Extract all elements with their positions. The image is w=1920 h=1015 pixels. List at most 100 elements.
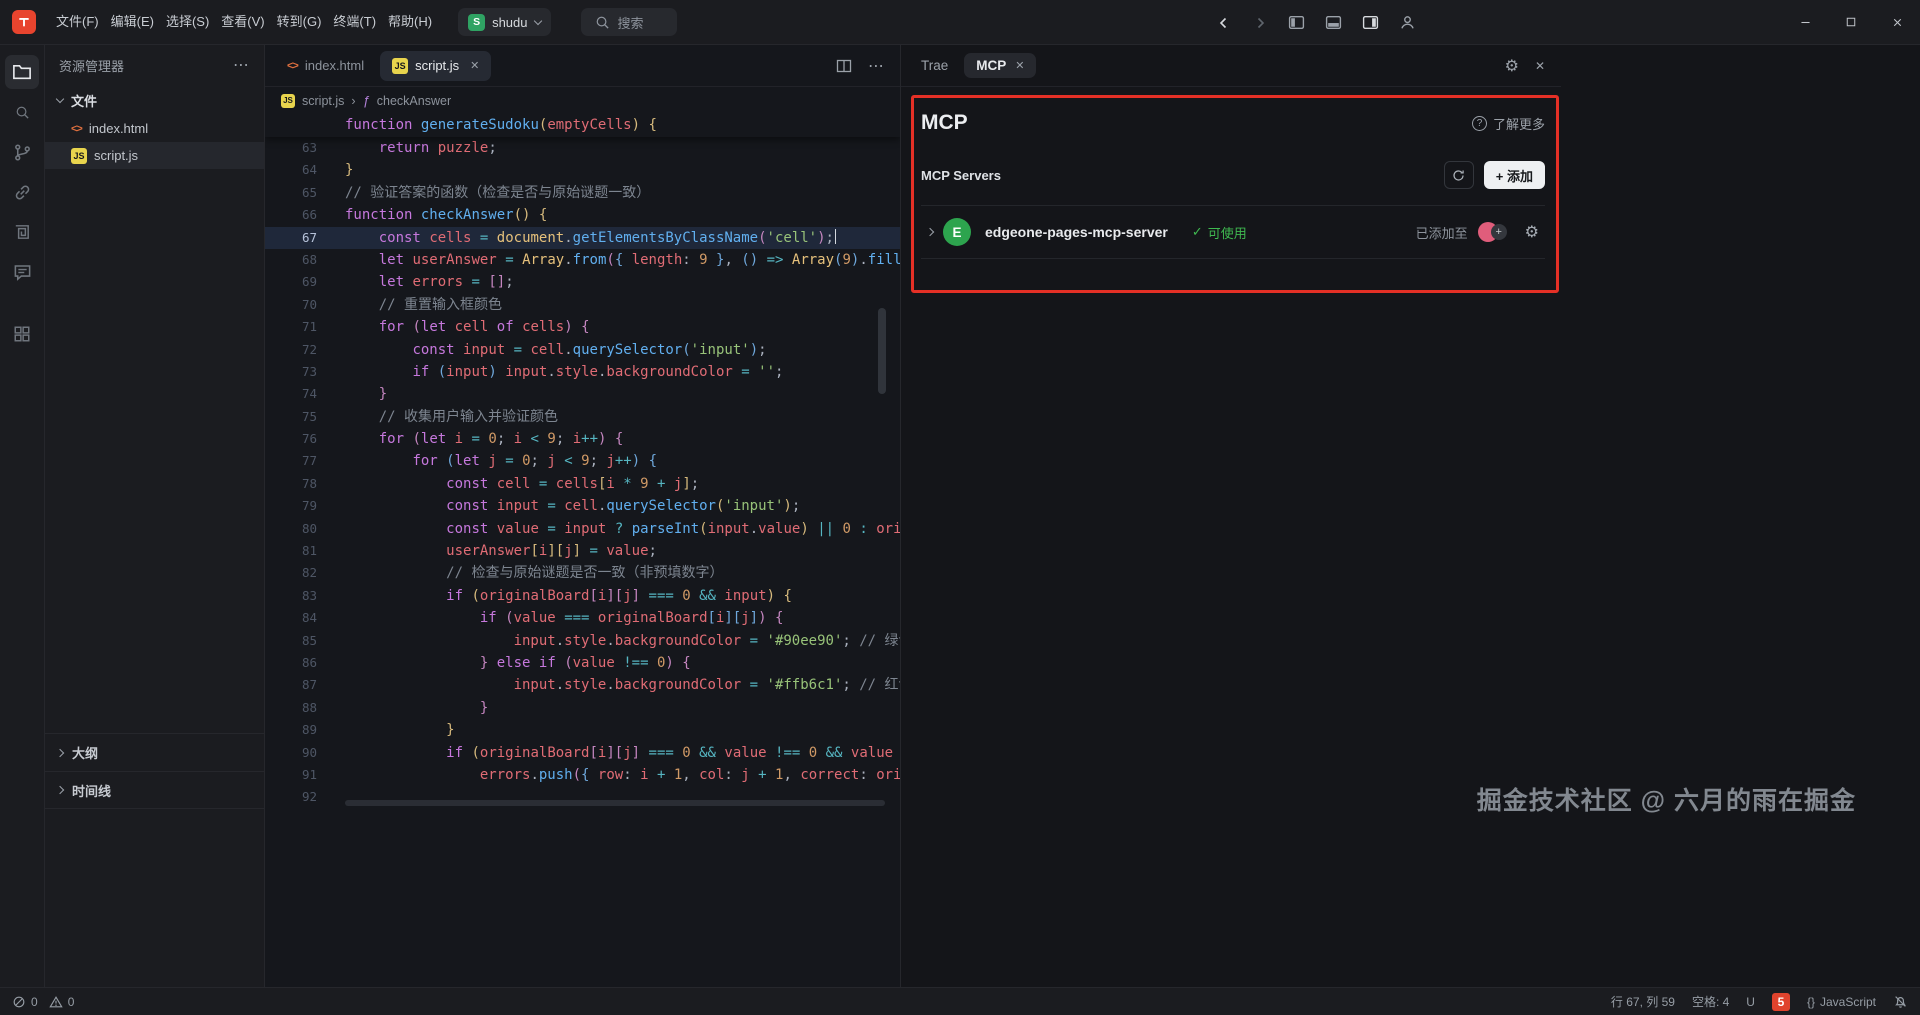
- menu-item[interactable]: 帮助(H): [382, 7, 438, 37]
- language-mode[interactable]: JavaScript: [1820, 995, 1876, 1009]
- ai-panel: Trae MCP ✕ ⚙ ✕ MCP ? 了解更多 MCP Servers: [901, 45, 1920, 987]
- timeline-section-header[interactable]: 时间线: [45, 771, 264, 809]
- warning-count[interactable]: 0: [68, 995, 75, 1009]
- menu-item[interactable]: 终端(T): [327, 7, 382, 37]
- panel-close-icon[interactable]: ✕: [1535, 59, 1545, 73]
- chevron-right-icon[interactable]: [926, 228, 934, 236]
- horizontal-scrollbar[interactable]: [345, 800, 885, 806]
- tab-mcp[interactable]: MCP ✕: [964, 53, 1036, 78]
- outline-section-header[interactable]: 大纲: [45, 733, 264, 771]
- panel-tab-bar: Trae MCP ✕ ⚙ ✕: [901, 45, 1561, 87]
- code-line: 76 for (let i = 0; i < 9; i++) {: [265, 428, 900, 450]
- activity-search-icon[interactable]: [5, 95, 39, 129]
- line-number: 76: [265, 428, 317, 450]
- menu-bar: 文件(F)编辑(E)选择(S)查看(V)转到(G)终端(T)帮助(H): [50, 7, 438, 37]
- nav-forward-icon[interactable]: [1252, 15, 1268, 31]
- line-number: 71: [265, 316, 317, 338]
- menu-item[interactable]: 文件(F): [50, 7, 105, 37]
- add-server-button[interactable]: + 添加: [1484, 161, 1545, 189]
- breadcrumb-file: script.js: [302, 94, 344, 108]
- menu-item[interactable]: 编辑(E): [105, 7, 160, 37]
- activity-extensions-icon[interactable]: [5, 317, 39, 351]
- code-line: 72 const input = cell.querySelector('inp…: [265, 339, 900, 361]
- line-number: 86: [265, 652, 317, 674]
- code-editor[interactable]: function generateSudoku(emptyCells) {63 …: [265, 114, 900, 809]
- status-bar: 0 0 行 67, 列 59 空格: 4 U 5 {} JavaScript: [0, 987, 1920, 1015]
- line-number: 85: [265, 630, 317, 652]
- line-number: 69: [265, 271, 317, 293]
- code-line: 70 // 重置输入框颜色: [265, 294, 900, 316]
- file-index.html[interactable]: <>index.html: [45, 115, 264, 142]
- tab-label: script.js: [415, 58, 459, 73]
- vertical-scrollbar[interactable]: [878, 308, 886, 394]
- app-logo-icon[interactable]: [12, 10, 36, 34]
- files-section-header[interactable]: 文件: [45, 85, 264, 115]
- close-icon[interactable]: ✕: [470, 59, 479, 72]
- line-number: 65: [265, 182, 317, 204]
- window-maximize-button[interactable]: [1828, 0, 1874, 44]
- check-icon: ✓: [1192, 224, 1203, 240]
- indentation[interactable]: 空格: 4: [1692, 993, 1729, 1010]
- close-icon[interactable]: ✕: [1015, 59, 1024, 72]
- chevron-down-icon: [533, 16, 541, 24]
- activity-mcp-icon[interactable]: [5, 175, 39, 209]
- tab-index-html[interactable]: <> index.html: [275, 51, 376, 81]
- refresh-button[interactable]: [1444, 161, 1474, 189]
- search-label: 搜索: [618, 13, 644, 32]
- split-editor-icon[interactable]: [836, 58, 852, 74]
- tab-script-js[interactable]: JS script.js ✕: [380, 51, 491, 81]
- activity-chat-icon[interactable]: [5, 255, 39, 289]
- notifications-bell-icon[interactable]: [1893, 994, 1908, 1009]
- warnings-icon[interactable]: [49, 995, 63, 1009]
- errors-icon[interactable]: [12, 995, 26, 1009]
- code-line: 81 userAnswer[i][j] = value;: [265, 540, 900, 562]
- menu-item[interactable]: 选择(S): [160, 7, 215, 37]
- tab-label: index.html: [305, 58, 364, 73]
- global-search[interactable]: 搜索: [581, 8, 677, 36]
- line-number: 87: [265, 674, 317, 696]
- more-actions-icon[interactable]: ⋯: [233, 55, 250, 75]
- chevron-down-icon: [56, 94, 64, 102]
- line-number: 70: [265, 294, 317, 316]
- account-icon[interactable]: [1399, 14, 1416, 31]
- more-actions-icon[interactable]: ⋯: [868, 56, 884, 76]
- sidebar-title: 资源管理器: [59, 56, 124, 75]
- tab-trae[interactable]: Trae: [917, 53, 952, 78]
- code-line: 71 for (let cell of cells) {: [265, 316, 900, 338]
- menu-item[interactable]: 转到(G): [271, 7, 328, 37]
- activity-source-control-icon[interactable]: [5, 135, 39, 169]
- cursor-position[interactable]: 行 67, 列 59: [1611, 993, 1675, 1010]
- activity-explorer-icon[interactable]: [5, 55, 39, 89]
- error-count[interactable]: 0: [31, 995, 38, 1009]
- added-to-label: 已添加至: [1416, 223, 1468, 242]
- window-minimize-button[interactable]: [1782, 0, 1828, 44]
- line-number: 90: [265, 742, 317, 764]
- breadcrumb[interactable]: JS script.js › ƒ checkAnswer: [265, 87, 900, 114]
- code-line: 65// 验证答案的函数（检查是否与原始谜题一致）: [265, 182, 900, 204]
- sticky-scroll-line: function generateSudoku(emptyCells) {: [265, 114, 900, 137]
- line-number: 92: [265, 786, 317, 808]
- server-settings-gear-icon[interactable]: ⚙: [1525, 222, 1539, 242]
- toggle-bottom-panel-icon[interactable]: [1325, 14, 1342, 31]
- nav-back-icon[interactable]: [1216, 15, 1232, 31]
- line-number: 66: [265, 204, 317, 226]
- encoding[interactable]: U: [1746, 995, 1755, 1009]
- learn-more-link[interactable]: ? 了解更多: [1472, 114, 1545, 133]
- activity-builder-icon[interactable]: [5, 215, 39, 249]
- toggle-right-panel-icon[interactable]: [1362, 14, 1379, 31]
- line-number: 84: [265, 607, 317, 629]
- project-selector[interactable]: S shudu: [458, 8, 550, 36]
- line-number: 75: [265, 406, 317, 428]
- menu-item[interactable]: 查看(V): [215, 7, 270, 37]
- server-list-item[interactable]: E edgeone-pages-mcp-server ✓ 可使用 已添加至 + …: [921, 205, 1545, 259]
- code-line: 86 } else if (value !== 0) {: [265, 652, 900, 674]
- settings-gear-icon[interactable]: ⚙: [1505, 56, 1519, 76]
- code-line: 69 let errors = [];: [265, 271, 900, 293]
- toggle-left-sidebar-icon[interactable]: [1288, 14, 1305, 31]
- window-close-button[interactable]: [1874, 0, 1920, 44]
- code-line: 63 return puzzle;: [265, 137, 900, 159]
- breadcrumb-symbol: checkAnswer: [377, 94, 451, 108]
- add-target-icon[interactable]: +: [1491, 224, 1507, 240]
- code-line: 66function checkAnswer() {: [265, 204, 900, 226]
- file-script.js[interactable]: JSscript.js: [45, 142, 264, 169]
